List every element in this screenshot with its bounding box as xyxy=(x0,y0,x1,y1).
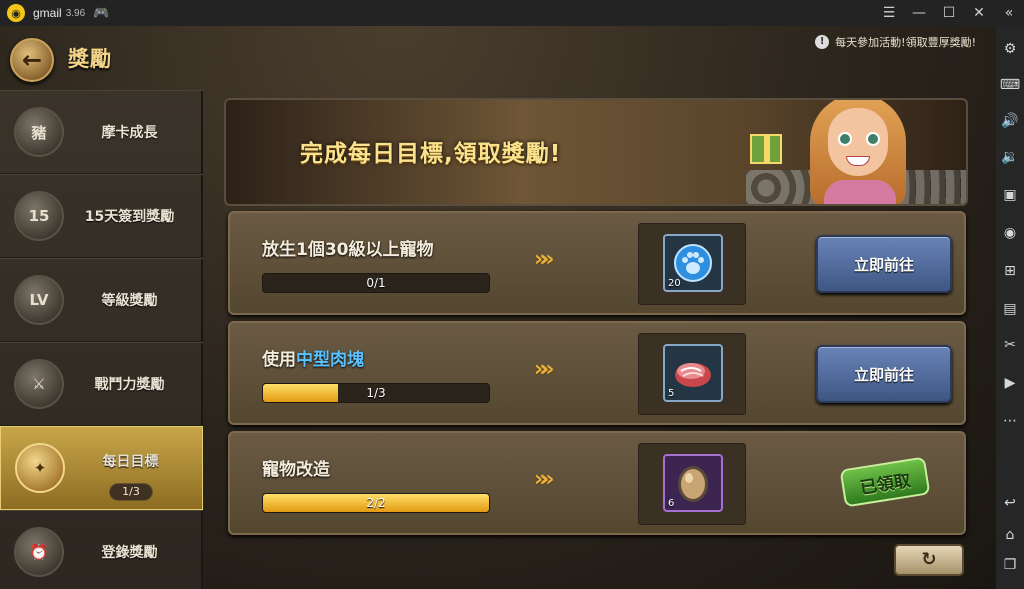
notice-text: 每天參加活動!領取豐厚獎勵! xyxy=(835,36,976,49)
daily-goal-banner: 完成每日目標,領取獎勵! xyxy=(224,98,968,206)
screenshot-icon[interactable]: ▣ xyxy=(996,184,1024,206)
minimize-icon[interactable]: — xyxy=(904,5,934,21)
nav-label: 等級獎勵 xyxy=(101,293,158,309)
emulator-logo-icon: ◉ xyxy=(7,4,25,22)
item-count: 20 xyxy=(668,278,681,289)
close-icon[interactable]: ✕ xyxy=(964,5,994,21)
notice-bar: ! 每天參加活動!領取豐厚獎勵! xyxy=(815,34,976,50)
nav-label: 15天簽到獎勵 xyxy=(84,209,175,225)
keyboard-icon[interactable]: ⌨ xyxy=(996,74,1024,96)
window-controls: ☰ — ☐ ✕ « xyxy=(874,0,1024,26)
double-chevron-right-icon: »» xyxy=(534,247,555,272)
daily-goal-icon: ✦ xyxy=(15,443,65,493)
task-progress-bar: 1/3 xyxy=(262,383,490,403)
refresh-button[interactable]: ↻ xyxy=(894,544,964,576)
back-icon[interactable]: ↩ xyxy=(996,492,1024,514)
level-up-icon: LV xyxy=(14,275,64,325)
crossed-swords-icon: ⚔ xyxy=(14,359,64,409)
task-row: 使用中型肉塊 1/3 »» 5 立即前往 xyxy=(228,321,966,425)
egg-icon[interactable]: 6 xyxy=(663,454,723,512)
double-chevron-right-icon: »» xyxy=(534,357,555,382)
task-progress-text: 2/2 xyxy=(366,496,386,510)
back-button[interactable]: ← xyxy=(10,38,54,82)
task-title: 使用中型肉塊 xyxy=(262,345,364,370)
nav-item-level-reward[interactable]: LV 等級獎勵 xyxy=(0,258,203,342)
nav-label: 登錄獎勵 xyxy=(101,545,158,561)
paw-icon xyxy=(674,244,712,282)
double-chevron-right-icon: »» xyxy=(534,467,555,492)
pig-icon: 豬 xyxy=(14,107,64,157)
settings-icon[interactable]: ⚙ xyxy=(996,38,1024,60)
task-title: 放生1個30級以上寵物 xyxy=(262,235,434,260)
emulator-title: gmail xyxy=(33,6,62,20)
alarm-clock-icon: ⏰ xyxy=(14,527,64,577)
maximize-icon[interactable]: ☐ xyxy=(934,5,964,21)
emulator-toolbar: ⚙ ⌨ 🔊 🔉 ▣ ◉ ⊞ ▤ ✂ ▶ ⋯ ↩ ⌂ ❐ xyxy=(996,26,1024,589)
game-screen: ← 獎勵 ! 每天參加活動!領取豐厚獎勵! 豬 摩卡成長 15 15天簽到獎勵 … xyxy=(0,26,996,589)
page-title: 獎勵 xyxy=(68,47,112,71)
emulator-titlebar: ◉ gmail 3.96 🎮 ☰ — ☐ ✕ « xyxy=(0,0,1024,26)
reward-slot: 20 xyxy=(638,223,746,305)
go-now-button[interactable]: 立即前往 xyxy=(816,345,952,403)
daily-goal-count-badge: 1/3 xyxy=(109,483,153,501)
item-count: 5 xyxy=(668,388,675,399)
more-icon[interactable]: ⋯ xyxy=(996,410,1024,432)
nav-item-login-reward[interactable]: ⏰ 登錄獎勵 xyxy=(0,510,203,589)
calendar-15-icon: 15 xyxy=(14,191,64,241)
menu-icon[interactable]: ☰ xyxy=(874,5,904,21)
go-now-button[interactable]: 立即前往 xyxy=(816,235,952,293)
exclamation-icon: ! xyxy=(815,35,830,49)
task-title-text: 放生1個30級以上寵物 xyxy=(262,240,434,260)
arrow-left-icon: ← xyxy=(21,46,43,74)
meat-icon[interactable]: 5 xyxy=(663,344,723,402)
nav-label: 摩卡成長 xyxy=(101,125,158,141)
nav-label: 戰鬥力獎勵 xyxy=(94,377,165,393)
scissors-icon[interactable]: ✂ xyxy=(996,334,1024,356)
blue-paw-token-icon[interactable]: 20 xyxy=(663,234,723,292)
record-icon[interactable]: ◉ xyxy=(996,222,1024,244)
reward-slot: 5 xyxy=(638,333,746,415)
task-progress-bar: 2/2 xyxy=(262,493,490,513)
nav-item-mocha-growth[interactable]: 豬 摩卡成長 xyxy=(0,90,203,174)
task-title: 寵物改造 xyxy=(262,455,330,480)
nav-item-15day-signin[interactable]: 15 15天簽到獎勵 xyxy=(0,174,203,258)
volume-up-icon[interactable]: 🔊 xyxy=(996,110,1024,132)
claimed-stamp: 已領取 xyxy=(839,456,931,508)
add-app-icon[interactable]: ⊞ xyxy=(996,260,1024,282)
task-title-highlight: 中型肉塊 xyxy=(296,350,364,370)
gamepad-icon[interactable]: 🎮 xyxy=(93,6,109,21)
reward-slot: 6 xyxy=(638,443,746,525)
reward-nav: 豬 摩卡成長 15 15天簽到獎勵 LV 等級獎勵 ⚔ 戰鬥力獎勵 ✦ 每日目標… xyxy=(0,90,203,589)
collapse-sidebar-icon[interactable]: « xyxy=(994,5,1024,21)
emulator-version: 3.96 xyxy=(65,7,86,19)
task-title-text: 寵物改造 xyxy=(262,460,330,480)
meat-chunk-icon xyxy=(675,363,711,387)
task-progress-text: 1/3 xyxy=(366,386,386,400)
nav-item-combat-power[interactable]: ⚔ 戰鬥力獎勵 xyxy=(0,342,203,426)
task-progress-bar: 0/1 xyxy=(262,273,490,293)
task-row: 放生1個30級以上寵物 0/1 »» 20 立即前往 xyxy=(228,211,966,315)
apk-icon[interactable]: ▤ xyxy=(996,298,1024,320)
home-icon[interactable]: ⌂ xyxy=(996,524,1024,546)
nav-label: 每日目標 xyxy=(102,454,159,470)
task-progress-text: 0/1 xyxy=(366,276,386,290)
pet-egg-icon xyxy=(678,466,708,502)
item-count: 6 xyxy=(668,498,675,509)
task-row: 寵物改造 2/2 »» 6 已領取 xyxy=(228,431,966,535)
gift-box-icon xyxy=(750,134,782,164)
recent-apps-icon[interactable]: ❐ xyxy=(996,554,1024,576)
banner-text: 完成每日目標,領取獎勵! xyxy=(300,141,562,167)
task-title-text: 使用 xyxy=(262,350,296,370)
nav-item-daily-goal[interactable]: ✦ 每日目標 1/3 xyxy=(0,426,203,510)
volume-down-icon[interactable]: 🔉 xyxy=(996,146,1024,168)
character-girl-image xyxy=(802,100,914,204)
video-icon[interactable]: ▶ xyxy=(996,372,1024,394)
refresh-icon: ↻ xyxy=(921,549,937,570)
